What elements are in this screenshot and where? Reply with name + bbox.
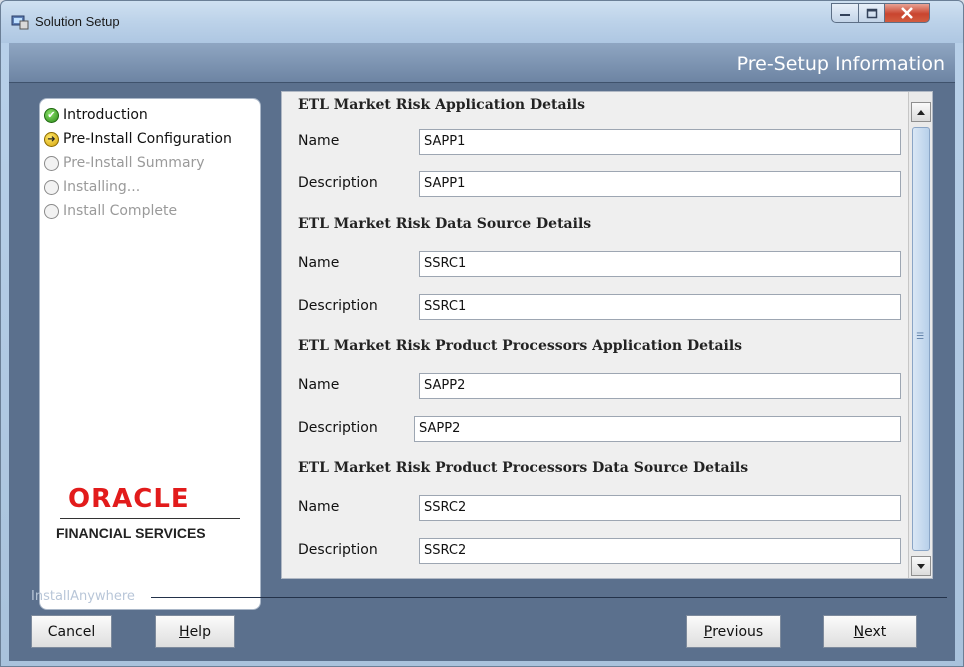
help-mnemonic: H <box>179 623 190 640</box>
logo-divider <box>60 518 240 519</box>
scrollbar-thumb[interactable]: ☰ <box>912 127 930 551</box>
installanywhere-label: InstallAnywhere <box>31 589 135 604</box>
name-label: Name <box>298 377 340 393</box>
app1-name-input[interactable]: SAPP1 <box>419 129 901 155</box>
help-label: elp <box>189 623 211 640</box>
app2-name-input[interactable]: SAPP2 <box>419 373 901 399</box>
header-bar: Pre-Setup Information <box>9 43 955 83</box>
vertical-scrollbar[interactable]: ☰ <box>908 92 932 578</box>
next-mnemonic: N <box>853 623 865 640</box>
page-title: Pre-Setup Information <box>736 53 945 75</box>
previous-label: revious <box>712 623 764 640</box>
oracle-logo: ORACLE <box>68 484 190 514</box>
source2-name-input[interactable]: SSRC2 <box>419 495 901 521</box>
close-icon <box>901 7 913 19</box>
section-title: ETL Market Risk Application Details <box>298 97 586 113</box>
step-pre-install-summary: Pre-Install Summary <box>44 153 205 173</box>
installer-body: Pre-Setup Information ✔ Introduction ➜ P… <box>9 43 955 661</box>
name-label: Name <box>298 499 340 515</box>
description-label: Description <box>298 420 378 436</box>
section-title: ETL Market Risk Data Source Details <box>298 216 592 232</box>
check-icon: ✔ <box>44 107 59 123</box>
step-label: Pre-Install Summary <box>63 155 205 171</box>
installer-window: Solution Setup Pre-Setup Information ✔ I… <box>0 0 964 667</box>
radio-empty-icon <box>44 155 59 171</box>
scroll-down-button[interactable] <box>911 556 931 576</box>
source1-name-input[interactable]: SSRC1 <box>419 251 901 277</box>
next-button[interactable]: Next <box>823 615 917 648</box>
step-installing: Installing... <box>44 177 140 197</box>
name-label: Name <box>298 133 340 149</box>
window-title: Solution Setup <box>35 14 120 29</box>
cancel-button[interactable]: Cancel <box>31 615 112 648</box>
source2-description-input[interactable]: SSRC2 <box>419 538 901 564</box>
radio-empty-icon <box>44 179 59 195</box>
step-label: Pre-Install Configuration <box>63 131 232 147</box>
next-label: ext <box>864 623 887 640</box>
scroll-up-button[interactable] <box>911 102 931 122</box>
radio-empty-icon <box>44 203 59 219</box>
form-panel: ETL Market Risk Application Details Name… <box>281 91 933 579</box>
description-label: Description <box>298 542 378 558</box>
steps-panel: ✔ Introduction ➜ Pre-Install Configurati… <box>39 98 261 610</box>
title-bar[interactable]: Solution Setup <box>1 1 963 43</box>
footer-divider <box>151 597 947 598</box>
previous-mnemonic: P <box>703 623 713 640</box>
minimize-button[interactable] <box>831 3 859 23</box>
step-pre-install-configuration: ➜ Pre-Install Configuration <box>44 129 232 149</box>
triangle-up-icon <box>917 109 925 115</box>
grip-icon: ☰ <box>916 332 925 342</box>
section-title: ETL Market Risk Product Processors Data … <box>298 460 749 476</box>
step-label: Install Complete <box>63 203 178 219</box>
maximize-button[interactable] <box>858 3 885 23</box>
step-label: Installing... <box>63 179 141 195</box>
name-label: Name <box>298 255 340 271</box>
previous-button[interactable]: Previous <box>686 615 781 648</box>
section-title: ETL Market Risk Product Processors Appli… <box>298 338 743 354</box>
app1-description-input[interactable]: SAPP1 <box>419 171 901 197</box>
description-label: Description <box>298 175 378 191</box>
step-label: Introduction <box>63 107 148 123</box>
step-install-complete: Install Complete <box>44 201 177 221</box>
help-button[interactable]: Help <box>155 615 235 648</box>
maximize-icon <box>866 8 877 18</box>
arrow-right-icon: ➜ <box>44 131 59 147</box>
triangle-down-icon <box>917 563 925 569</box>
logo-tagline: FINANCIAL SERVICES <box>56 525 206 541</box>
close-button[interactable] <box>884 3 930 23</box>
app-icon <box>11 15 29 30</box>
source1-description-input[interactable]: SSRC1 <box>419 294 901 320</box>
description-label: Description <box>298 298 378 314</box>
minimize-icon <box>840 14 850 16</box>
app2-description-input[interactable]: SAPP2 <box>414 416 901 442</box>
step-introduction: ✔ Introduction <box>44 105 148 125</box>
